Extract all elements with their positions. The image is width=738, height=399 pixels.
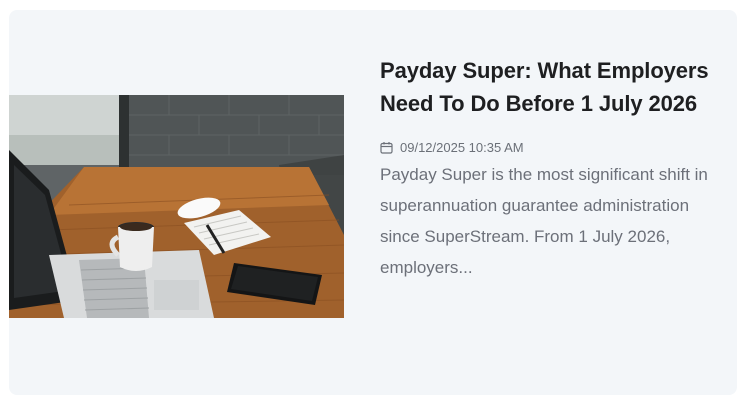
article-thumbnail[interactable]: [9, 95, 344, 318]
article-date: 09/12/2025 10:35 AM: [400, 139, 524, 155]
article-excerpt: Payday Super is the most significant shi…: [380, 165, 708, 277]
article-date-row: 09/12/2025 10:35 AM: [380, 138, 732, 156]
desk-laptop-coffee-photo: [9, 95, 344, 318]
article-card[interactable]: Payday Super: What Employers Need To Do …: [9, 10, 737, 395]
article-content: Payday Super: What Employers Need To Do …: [380, 54, 732, 300]
calendar-icon: [380, 141, 393, 154]
article-title[interactable]: Payday Super: What Employers Need To Do …: [380, 54, 732, 120]
